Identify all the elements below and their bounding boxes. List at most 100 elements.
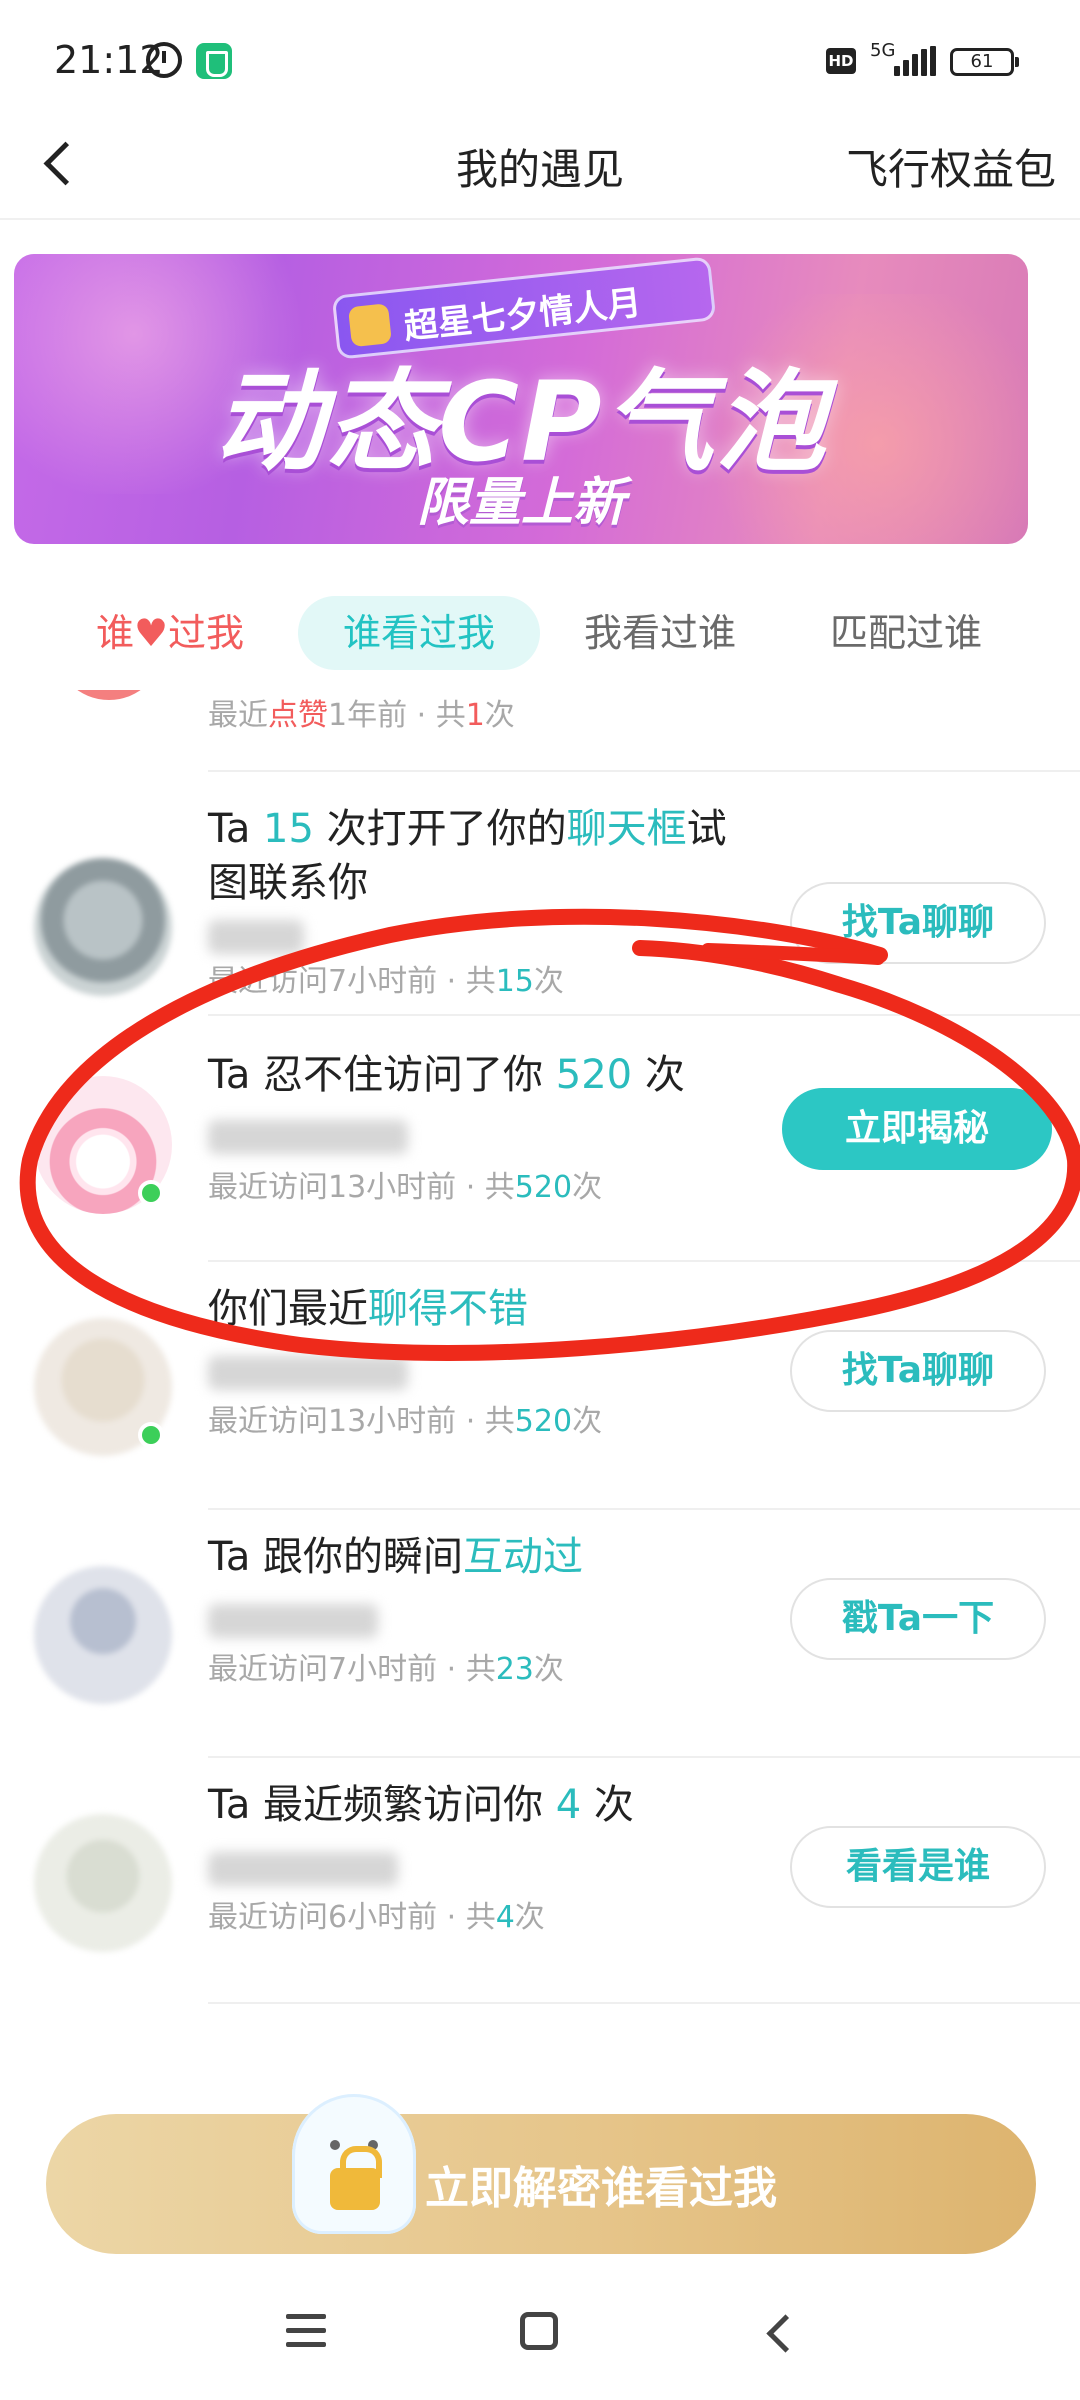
blurred-name (208, 1356, 408, 1390)
item-meta: 最近访问6小时前 · 共4次 (208, 1892, 545, 1936)
blurred-name (208, 1120, 408, 1154)
item-meta: 最近访问13小时前 · 共520次 (208, 1162, 602, 1206)
meta-suffix: 次 (533, 964, 564, 999)
divider (208, 1014, 1080, 1016)
tab-who-viewed-me[interactable]: 谁看过我 (298, 596, 540, 670)
title-text: Ta 最近频繁访问你 (208, 1782, 556, 1828)
item-meta: 最近访问7小时前 · 共23次 (208, 1644, 564, 1688)
poke-button[interactable]: 戳Ta一下 (790, 1578, 1046, 1660)
list-item[interactable]: 最近点赞1年前 · 共1次 (0, 690, 1080, 772)
battery-icon: 61 (950, 48, 1019, 76)
avatar[interactable] (54, 690, 164, 700)
title-text: Ta 跟你的瞬间 (208, 1534, 464, 1580)
item-title: Ta 15 次打开了你的聊天框试 图联系你 (208, 802, 727, 910)
network-label: 5G (870, 40, 896, 61)
title-text: 图联系你 (208, 860, 368, 906)
ghost-eye (330, 2140, 340, 2150)
alarm-icon (146, 42, 182, 78)
nav-bar: 我的遇见 飞行权益包 (0, 110, 1080, 220)
title-text: 次 (581, 1782, 634, 1828)
meta-text: 最近访问13小时前 · 共 (208, 1404, 515, 1439)
meta-count: 1 (465, 698, 485, 733)
banner-subtitle: 限量上新 (416, 473, 625, 533)
chat-button[interactable]: 找Ta聊聊 (790, 882, 1046, 964)
title-highlight: 互动过 (463, 1534, 584, 1580)
list-item[interactable]: Ta 跟你的瞬间互动过 最近访问7小时前 · 共23次 戳Ta一下 (0, 1512, 1080, 1758)
home-icon[interactable] (520, 2312, 558, 2350)
blurred-name (208, 920, 304, 954)
title-highlight: 4 (555, 1782, 582, 1828)
reveal-button[interactable]: 立即揭秘 (782, 1088, 1052, 1170)
list-item[interactable]: Ta 最近频繁访问你 4 次 最近访问6小时前 · 共4次 看看是谁 (0, 1760, 1080, 2004)
title-highlight: 聊得不错 (368, 1286, 528, 1332)
meta-text: 最近访问13小时前 · 共 (208, 1170, 515, 1205)
flight-benefits-link[interactable]: 飞行权益包 (846, 136, 1056, 197)
see-who-button[interactable]: 看看是谁 (790, 1826, 1046, 1908)
promo-banner[interactable]: 超星七夕情人月 动态CP气泡 限量上新 (14, 254, 1028, 544)
item-meta: 最近访问7小时前 · 共15次 (208, 956, 564, 1000)
heart-icon: ♥ (133, 611, 169, 655)
item-meta: 最近访问13小时前 · 共520次 (208, 1396, 602, 1440)
title-highlight: 15 (263, 806, 314, 852)
divider (208, 1508, 1080, 1510)
tab-suffix: 过我 (168, 611, 245, 655)
visitor-list[interactable]: 最近点赞1年前 · 共1次 Ta 15 次打开了你的聊天框试 图联系你 最近访问7… (0, 690, 1080, 2085)
meta-count: 520 (514, 1404, 573, 1439)
meta-count: 15 (495, 964, 534, 999)
avatar[interactable] (34, 1814, 172, 1952)
divider (208, 1260, 1080, 1262)
meta-prefix: 最近 (208, 698, 268, 733)
shield-icon (196, 43, 232, 79)
cta-label: 立即解密谁看过我 (425, 2163, 777, 2214)
meta-text: 最近访问7小时前 · 共 (208, 1652, 496, 1687)
chat-button[interactable]: 找Ta聊聊 (790, 1330, 1046, 1412)
online-status-dot (138, 1422, 164, 1448)
tab-matched[interactable]: 匹配过谁 (800, 596, 1012, 670)
tab-prefix: 谁 (95, 611, 134, 655)
list-item[interactable]: Ta 15 次打开了你的聊天框试 图联系你 最近访问7小时前 · 共15次 找Ta… (0, 774, 1080, 1016)
unlock-visitors-button[interactable]: 立即解密谁看过我 (46, 2094, 1036, 2254)
title-text: Ta 忍不住访问了你 (208, 1052, 556, 1098)
title-highlight: 聊天框 (566, 806, 687, 852)
blurred-name (208, 1604, 378, 1638)
title-highlight: 520 (555, 1052, 633, 1098)
meta-text: 最近访问7小时前 · 共 (208, 964, 496, 999)
signal-icon (894, 46, 938, 76)
divider (208, 1756, 1080, 1758)
item-title: 你们最近聊得不错 (208, 1282, 528, 1336)
title-text: 次 (632, 1052, 685, 1098)
meta-suffix: 次 (572, 1404, 603, 1439)
divider (208, 770, 1080, 772)
divider (208, 2002, 1080, 2004)
avatar[interactable] (34, 1566, 172, 1704)
tab-who-liked-me[interactable]: 谁♥过我 (70, 596, 270, 670)
meta-like: 点赞 (268, 698, 328, 733)
blurred-name (208, 1852, 398, 1886)
title-text: 次打开了你的 (313, 806, 567, 852)
meta-suffix: 次 (484, 698, 515, 733)
tab-bar: 谁♥过我 谁看过我 我看过谁 匹配过谁 (0, 588, 1080, 678)
back-icon[interactable] (762, 2314, 798, 2350)
item-title: Ta 跟你的瞬间互动过 (208, 1530, 583, 1584)
item-meta: 最近点赞1年前 · 共1次 (208, 690, 515, 734)
status-bar: 21:12 HD 5G 61 (0, 0, 1080, 110)
avatar[interactable] (34, 858, 172, 996)
item-title: Ta 最近频繁访问你 4 次 (208, 1778, 634, 1832)
meta-text: 最近访问6小时前 · 共 (208, 1900, 496, 1935)
item-title: Ta 忍不住访问了你 520 次 (208, 1048, 685, 1102)
tab-i-viewed[interactable]: 我看过谁 (560, 596, 760, 670)
menu-icon[interactable] (286, 2314, 326, 2348)
list-item[interactable]: Ta 忍不住访问了你 520 次 最近访问13小时前 · 共520次 立即揭秘 (0, 1018, 1080, 1262)
hd-badge: HD (826, 48, 856, 74)
online-status-dot (138, 1180, 164, 1206)
meta-suffix: 次 (572, 1170, 603, 1205)
title-text: 试 (686, 806, 727, 852)
list-item[interactable]: 你们最近聊得不错 最近访问13小时前 · 共520次 找Ta聊聊 (0, 1264, 1080, 1510)
meta-count: 23 (495, 1652, 534, 1687)
meta-count: 4 (495, 1900, 515, 1935)
meta-count: 520 (514, 1170, 573, 1205)
meta-time: 1年前 · 共 (328, 698, 466, 733)
system-nav-bar (0, 2270, 1080, 2400)
title-text: 你们最近 (208, 1286, 368, 1332)
meta-suffix: 次 (514, 1900, 545, 1935)
